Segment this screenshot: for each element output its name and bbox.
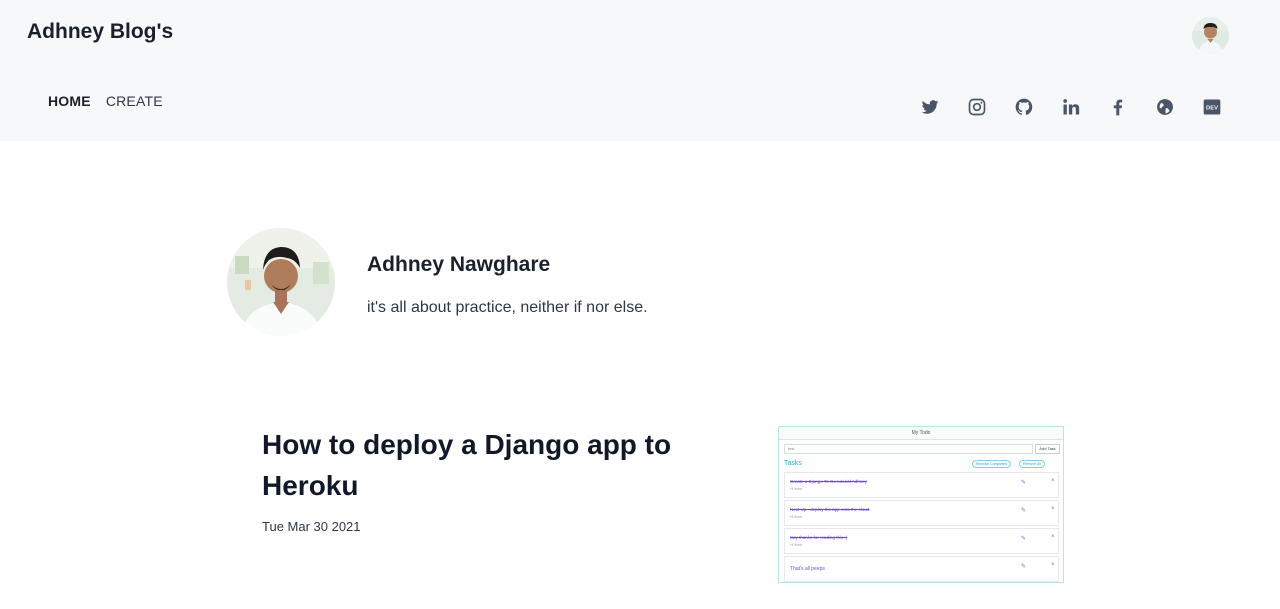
dev-link[interactable]: DEV	[1202, 96, 1249, 118]
edit-icon: ✎	[1021, 508, 1027, 514]
close-icon: ×	[1051, 506, 1055, 512]
profile-photo	[227, 228, 335, 336]
thumb-add-button: Add Task	[1035, 444, 1060, 454]
facebook-link[interactable]	[1108, 96, 1155, 118]
edit-icon: ✎	[1021, 480, 1027, 486]
thumb-app-title: My Todo	[779, 427, 1063, 440]
thumb-task-sub: Hi there	[790, 515, 803, 519]
instagram-icon	[968, 98, 986, 116]
thumb-task-text: Next Up - deploy the app onto the cloud	[790, 507, 870, 512]
instagram-link[interactable]	[967, 96, 1014, 118]
github-link[interactable]	[1014, 96, 1061, 118]
thumb-remove-completed-pill: Remove Completed	[972, 460, 1011, 468]
thumb-task-sub: Hi there	[790, 487, 803, 491]
post-thumbnail[interactable]: My Todo test Add Task Tasks Remove Compl…	[778, 426, 1064, 583]
social-links: DEV	[920, 96, 1249, 118]
close-icon: ×	[1051, 562, 1055, 568]
close-icon: ×	[1051, 534, 1055, 540]
site-brand[interactable]: Adhney Blog's	[27, 20, 173, 44]
close-icon: ×	[1051, 478, 1055, 484]
github-icon	[1015, 98, 1033, 115]
thumb-remove-all-pill: Remove All	[1019, 460, 1045, 468]
profile-bio: it's all about practice, neither if nor …	[367, 299, 648, 316]
thumb-tasks-heading: Tasks	[784, 460, 802, 467]
thumb-task-text: That's all peeps	[790, 566, 825, 572]
nav-create[interactable]: CREATE	[106, 93, 163, 109]
thumb-task-text: Create a Django To-Do tutorial Adhney	[790, 479, 867, 484]
linkedin-link[interactable]	[1061, 96, 1108, 118]
dev-icon: DEV	[1203, 99, 1221, 115]
thumb-task-row: Create a Django To-Do tutorial Adhney Hi…	[784, 472, 1059, 498]
thumb-task-input: test	[784, 444, 1033, 454]
thumb-task-row: Next Up - deploy the app onto the cloud …	[784, 500, 1059, 526]
nav-home[interactable]: HOME	[48, 93, 91, 109]
thumb-task-row: Say thanks for reading this :) Hi there …	[784, 528, 1059, 554]
dev-badge-text: DEV	[1206, 106, 1218, 112]
website-link[interactable]	[1155, 96, 1202, 118]
profile-name: Adhney Nawghare	[367, 253, 551, 276]
profile-avatar	[227, 228, 335, 336]
facebook-icon	[1113, 99, 1123, 116]
edit-icon: ✎	[1021, 564, 1027, 570]
edit-icon: ✎	[1021, 536, 1027, 542]
main-nav: HOME CREATE	[48, 93, 163, 109]
twitter-icon	[921, 100, 939, 114]
site-header: Adhney Blog's HOME CREATE DEV	[0, 0, 1280, 141]
post-date: Tue Mar 30 2021	[262, 519, 361, 534]
linkedin-icon	[1063, 99, 1080, 115]
header-avatar[interactable]	[1192, 17, 1229, 54]
globe-icon	[1157, 99, 1173, 115]
thumb-task-sub: Hi there	[790, 543, 803, 547]
post-title-link[interactable]: How to deploy a Django app to Heroku	[262, 424, 712, 506]
thumb-task-row: That's all peeps ✎ ×	[784, 556, 1059, 582]
thumb-task-text: Say thanks for reading this :)	[790, 535, 848, 540]
twitter-link[interactable]	[920, 96, 967, 118]
avatar-image	[1192, 17, 1229, 54]
